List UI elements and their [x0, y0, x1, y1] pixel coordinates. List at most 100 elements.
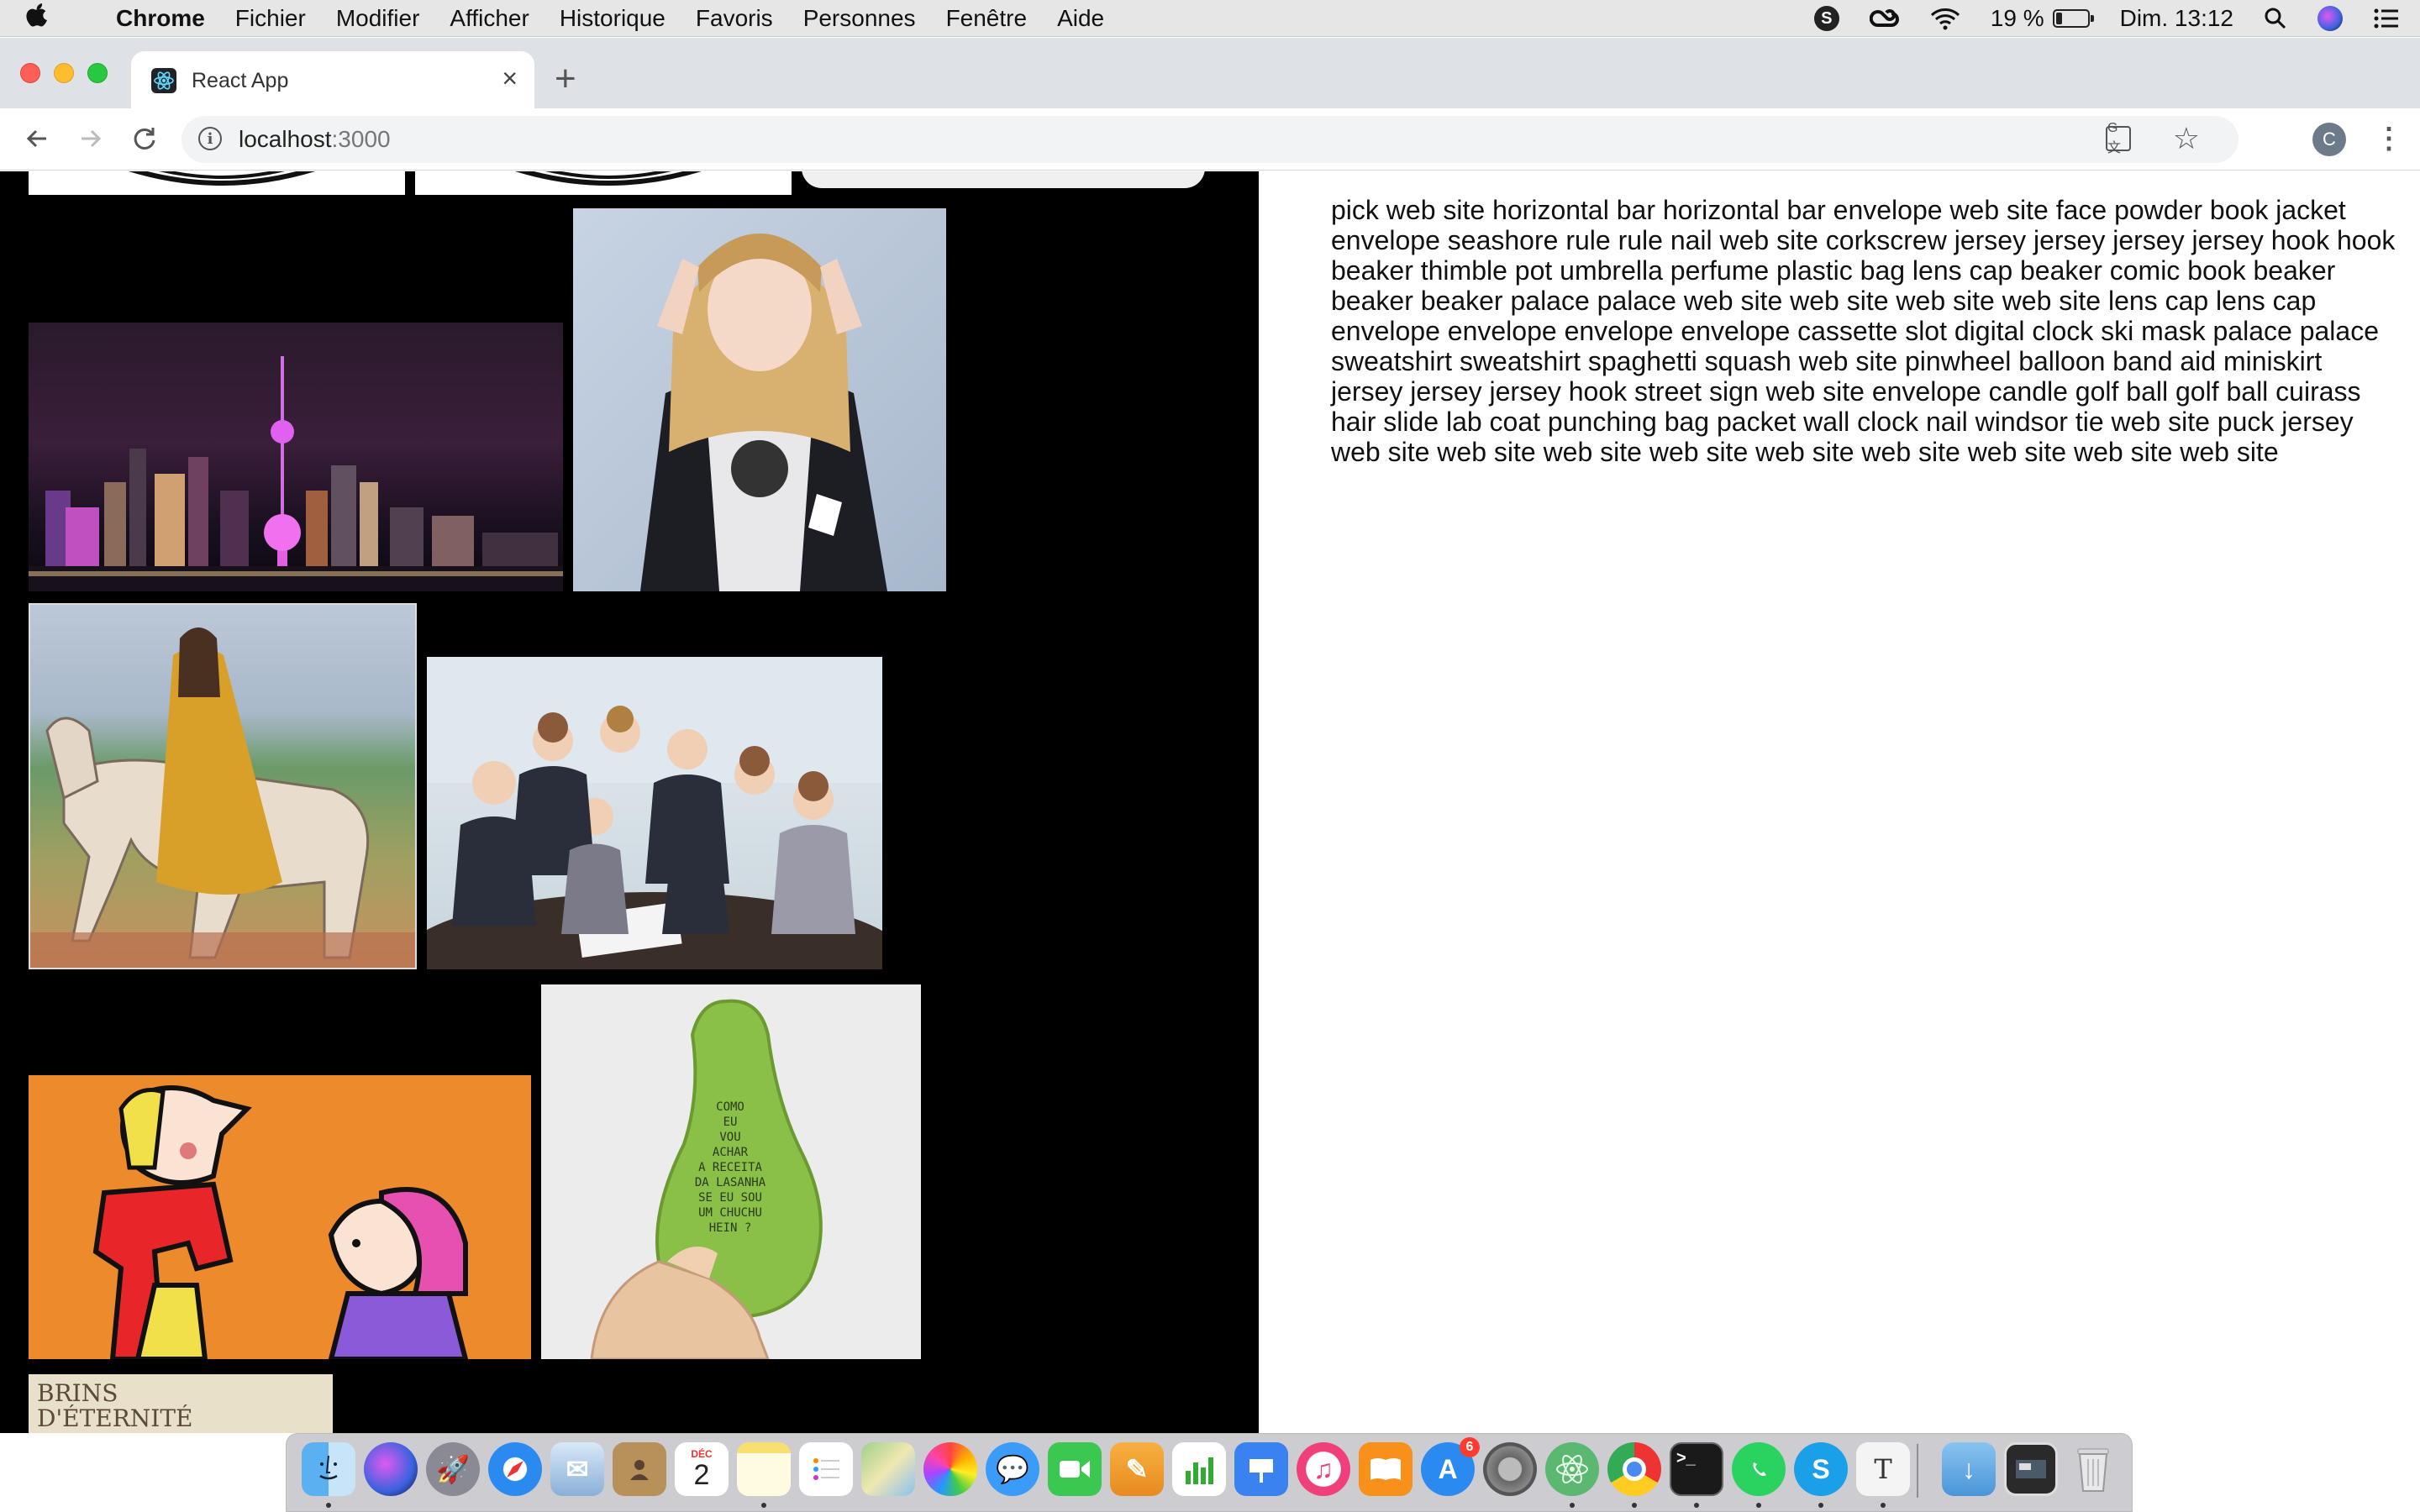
- top-cropped-image-3[interactable]: [802, 171, 1217, 195]
- skype-status-icon[interactable]: S: [1813, 6, 1839, 31]
- medieval-painting-image[interactable]: [29, 603, 417, 969]
- menu-afficher[interactable]: Afficher: [450, 5, 529, 32]
- profile-avatar[interactable]: C: [2312, 123, 2346, 156]
- menu-bar-clock[interactable]: Dim. 13:12: [2120, 5, 2233, 32]
- menu-app-name[interactable]: Chrome: [116, 5, 205, 32]
- safari-icon[interactable]: [488, 1442, 542, 1496]
- messages-icon[interactable]: 💬: [986, 1442, 1039, 1496]
- reload-button[interactable]: [124, 118, 165, 159]
- svg-text:DA LASANHA: DA LASANHA: [695, 1176, 766, 1189]
- finder-running-indicator: [326, 1503, 331, 1508]
- svg-text:UM CHUCHU: UM CHUCHU: [698, 1206, 762, 1220]
- url-host: localhost: [239, 126, 332, 152]
- menu-fenetre[interactable]: Fenêtre: [946, 5, 1028, 32]
- itunes-icon[interactable]: ♫: [1297, 1442, 1350, 1496]
- terminal-icon[interactable]: >_: [1670, 1442, 1723, 1496]
- chrome-dock-icon[interactable]: [1607, 1442, 1661, 1496]
- maps-icon[interactable]: [861, 1442, 915, 1496]
- cartoon-image[interactable]: [29, 1075, 531, 1359]
- menu-historique[interactable]: Historique: [560, 5, 666, 32]
- contacts-icon[interactable]: [613, 1442, 666, 1496]
- notes-icon[interactable]: [737, 1442, 791, 1496]
- chrome-menu-icon[interactable]: ⋮: [2375, 122, 2403, 155]
- atom-icon[interactable]: [1545, 1442, 1599, 1496]
- person-photo-image[interactable]: [573, 208, 946, 591]
- svg-text:VOU: VOU: [719, 1131, 740, 1144]
- creative-cloud-icon[interactable]: [1869, 7, 1900, 30]
- launchpad-icon[interactable]: 🚀: [426, 1442, 480, 1496]
- macos-menu-bar: Chrome Fichier Modifier Afficher Histori…: [0, 0, 2420, 37]
- siri-icon[interactable]: [2317, 6, 2343, 31]
- screenshot-folder-icon[interactable]: [2004, 1442, 2058, 1496]
- battery-icon: [2052, 9, 2094, 28]
- address-url[interactable]: localhost:3000: [239, 126, 391, 153]
- finder-icon[interactable]: [302, 1442, 355, 1496]
- reminders-icon[interactable]: [799, 1442, 853, 1496]
- mail-icon[interactable]: ✉: [550, 1442, 604, 1496]
- bookmark-star-icon[interactable]: ☆: [2173, 121, 2200, 156]
- system-preferences-icon[interactable]: [1483, 1442, 1537, 1496]
- battery-fill: [2055, 13, 2062, 24]
- app-store-icon[interactable]: A 6: [1421, 1437, 1480, 1496]
- top-cropped-image-2[interactable]: [415, 171, 792, 195]
- typora-icon[interactable]: T: [1856, 1442, 1910, 1496]
- bottom-image-text: BRINS D'ÉTERNITÉ: [37, 1379, 193, 1432]
- svg-text:ACHAR: ACHAR: [713, 1146, 749, 1159]
- translate-icon[interactable]: G文: [2106, 121, 2131, 155]
- chrome-running-indicator: [1632, 1503, 1637, 1508]
- svg-text:HEIN ?: HEIN ?: [709, 1221, 752, 1235]
- pages-icon[interactable]: ✎: [1110, 1442, 1164, 1496]
- skype-dock-icon[interactable]: S: [1794, 1442, 1848, 1496]
- dock-separator: [1917, 1444, 1918, 1498]
- photos-icon[interactable]: [923, 1442, 977, 1496]
- menu-favoris[interactable]: Favoris: [696, 5, 773, 32]
- office-team-image[interactable]: [427, 657, 882, 969]
- browser-tab-active[interactable]: React App ×: [131, 51, 534, 108]
- back-button[interactable]: [17, 118, 57, 159]
- notification-center-icon[interactable]: [2373, 8, 2400, 29]
- address-bar[interactable]: i localhost:3000 G文 ☆: [182, 116, 2238, 163]
- calendar-icon[interactable]: DÉC 2: [675, 1442, 729, 1496]
- window-close-button[interactable]: [20, 63, 40, 83]
- battery-status[interactable]: 19 %: [1990, 5, 2094, 32]
- calendar-month: DÉC: [691, 1448, 713, 1460]
- tab-close-icon[interactable]: ×: [502, 63, 518, 94]
- macos-dock: 🚀 ✉ DÉC 2 💬 ✎ ♫ A 6 >_ S T ↓: [286, 1433, 2133, 1512]
- menu-fichier[interactable]: Fichier: [235, 5, 306, 32]
- forward-arrow-icon: [82, 129, 102, 148]
- forward-button[interactable]: [71, 118, 111, 159]
- url-port: :3000: [331, 126, 391, 152]
- top-cropped-image-1[interactable]: [29, 171, 405, 195]
- spotlight-search-icon[interactable]: [2264, 7, 2287, 30]
- battery-percent: 19 %: [1990, 5, 2044, 31]
- numbers-icon[interactable]: [1172, 1442, 1226, 1496]
- facetime-icon[interactable]: [1048, 1442, 1102, 1496]
- apple-icon[interactable]: [25, 2, 72, 35]
- tab-title: React App: [192, 69, 289, 92]
- menu-personnes[interactable]: Personnes: [803, 5, 916, 32]
- wifi-icon[interactable]: [1930, 7, 1960, 30]
- city-skyline-image[interactable]: [29, 323, 563, 591]
- new-tab-button[interactable]: +: [555, 58, 576, 100]
- menu-aide[interactable]: Aide: [1057, 5, 1104, 32]
- notes-running-indicator: [761, 1503, 766, 1508]
- books-icon[interactable]: [1359, 1442, 1413, 1496]
- skype-running-indicator: [1818, 1503, 1823, 1508]
- vegetable-image[interactable]: COMO EU VOU ACHAR A RECEITA DA LASANHA SE EU…: [541, 984, 921, 1359]
- whatsapp-running-indicator: [1756, 1503, 1761, 1508]
- trash-icon[interactable]: [2066, 1442, 2120, 1496]
- site-info-icon[interactable]: i: [198, 127, 222, 150]
- browser-toolbar: i localhost:3000 G文 ☆ C ⋮: [0, 108, 2420, 171]
- menu-modifier[interactable]: Modifier: [336, 5, 420, 32]
- window-maximize-button[interactable]: [87, 63, 108, 83]
- window-minimize-button[interactable]: [54, 63, 74, 83]
- siri-dock-icon[interactable]: [364, 1442, 418, 1496]
- image-gallery: COMO EU VOU ACHAR A RECEITA DA LASANHA SE EU…: [0, 171, 1259, 1433]
- svg-text:COMO: COMO: [716, 1100, 744, 1114]
- typora-running-indicator: [1881, 1503, 1886, 1508]
- bottom-cropped-image[interactable]: BRINS D'ÉTERNITÉ: [29, 1374, 333, 1433]
- menu-bar-status-area: S 19 % Dim. 13:12: [1784, 0, 2400, 37]
- keynote-icon[interactable]: [1234, 1442, 1288, 1496]
- whatsapp-icon[interactable]: [1732, 1442, 1786, 1496]
- downloads-folder-icon[interactable]: ↓: [1942, 1442, 1996, 1496]
